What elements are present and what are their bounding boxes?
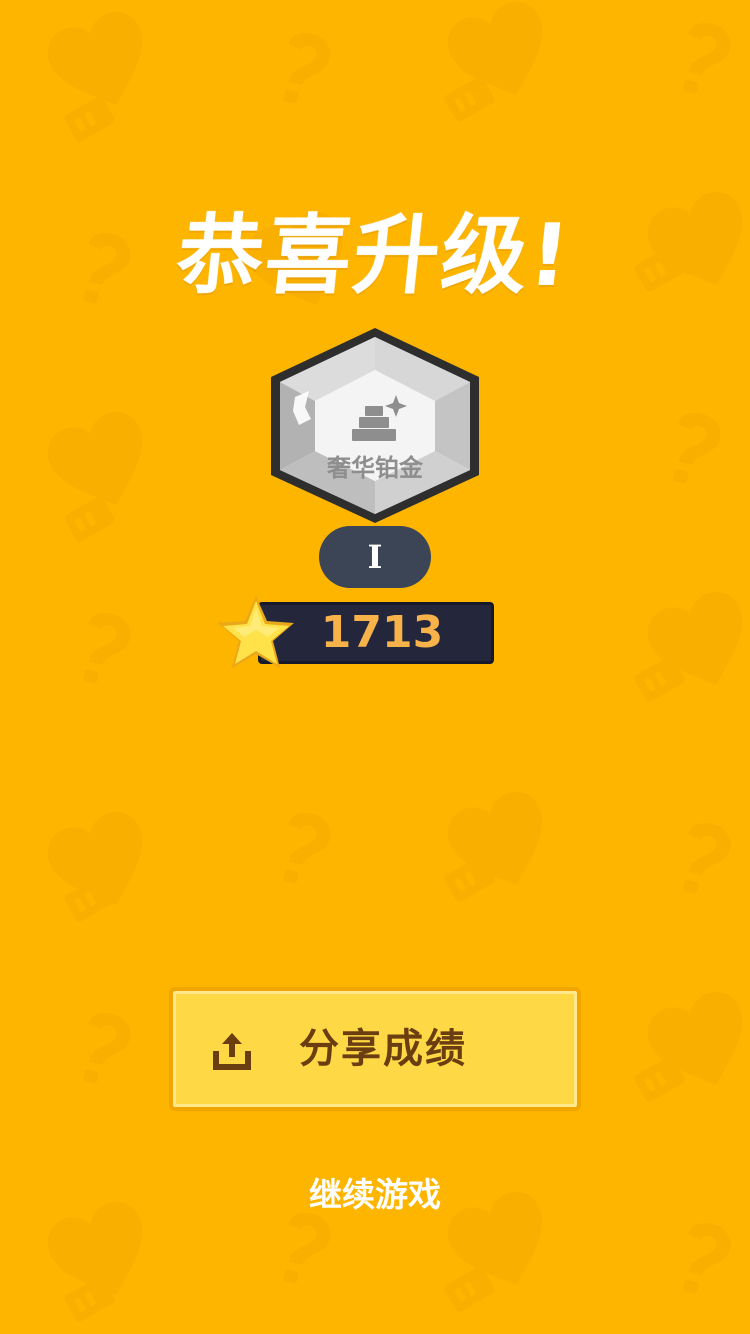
- continue-game-link[interactable]: 继续游戏: [0, 1168, 750, 1216]
- rank-name: 奢华铂金: [327, 454, 423, 482]
- page-title: 恭喜升级!: [172, 206, 576, 306]
- rank-badge: [271, 328, 479, 523]
- score-value: 1713: [320, 607, 444, 658]
- share-upload-icon: [213, 1033, 251, 1070]
- share-button-label: 分享成绩: [299, 1026, 467, 1072]
- rank-tier-badge: I: [319, 526, 431, 588]
- share-score-button[interactable]: 分享成绩: [169, 987, 581, 1111]
- star-icon: [218, 596, 294, 668]
